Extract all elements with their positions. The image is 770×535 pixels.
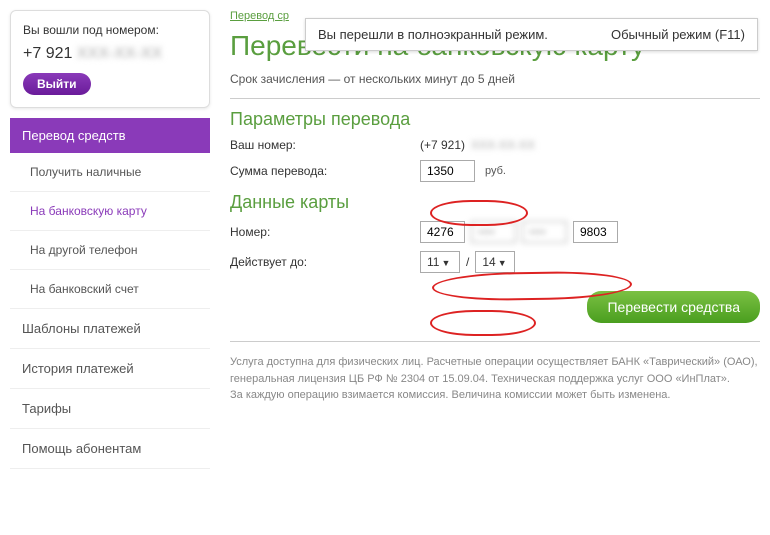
section-transfer-params: Параметры перевода bbox=[230, 109, 760, 130]
notification-message: Вы перешли в полноэкранный режим. bbox=[318, 27, 548, 42]
row-expiry: Действует до: 11▼ / 14▼ bbox=[230, 251, 760, 273]
your-number-label: Ваш номер: bbox=[230, 138, 420, 152]
nav-item-phone[interactable]: На другой телефон bbox=[10, 231, 210, 270]
logout-button[interactable]: Выйти bbox=[23, 73, 91, 95]
chevron-down-icon: ▼ bbox=[498, 258, 507, 268]
nav-item-tariffs[interactable]: Тарифы bbox=[10, 389, 210, 429]
expiry-month-select[interactable]: 11▼ bbox=[420, 251, 460, 273]
card-input-1[interactable] bbox=[420, 221, 465, 243]
user-box: Вы вошли под номером: +7 921 XXX-XX-XX В… bbox=[10, 10, 210, 108]
row-your-number: Ваш номер: (+7 921) XXX-XX-XX bbox=[230, 138, 760, 152]
nav-item-card[interactable]: На банковскую карту bbox=[10, 192, 210, 231]
sidebar: Вы вошли под номером: +7 921 XXX-XX-XX В… bbox=[10, 10, 210, 469]
nav: Перевод средств Получить наличные На бан… bbox=[10, 118, 210, 469]
currency-label: руб. bbox=[485, 165, 506, 177]
expiry-label: Действует до: bbox=[230, 255, 420, 269]
footer-p1: Услуга доступна для физических лиц. Расч… bbox=[230, 354, 760, 387]
notification-action[interactable]: Обычный режим (F11) bbox=[611, 27, 745, 42]
logged-in-label: Вы вошли под номером: bbox=[23, 23, 197, 37]
main-content: Перевод ср Перевести на банковскую карту… bbox=[210, 10, 760, 469]
submit-button[interactable]: Перевести средства bbox=[587, 291, 760, 323]
nav-item-templates[interactable]: Шаблоны платежей bbox=[10, 309, 210, 349]
amount-input[interactable] bbox=[420, 160, 475, 182]
page-subtitle: Срок зачисления — от нескольких минут до… bbox=[230, 72, 760, 99]
footer-text: Услуга доступна для физических лиц. Расч… bbox=[230, 341, 760, 404]
card-input-3[interactable] bbox=[522, 221, 567, 243]
fullscreen-notification: Вы перешли в полноэкранный режим. Обычны… bbox=[305, 18, 758, 51]
amount-label: Сумма перевода: bbox=[230, 164, 420, 178]
section-card-data: Данные карты bbox=[230, 192, 760, 213]
breadcrumb-link[interactable]: Перевод ср bbox=[230, 10, 289, 22]
nav-item-history[interactable]: История платежей bbox=[10, 349, 210, 389]
user-phone: +7 921 XXX-XX-XX bbox=[23, 45, 197, 63]
card-input-4[interactable] bbox=[573, 221, 618, 243]
nav-header-transfer[interactable]: Перевод средств bbox=[10, 118, 210, 153]
chevron-down-icon: ▼ bbox=[441, 258, 450, 268]
nav-item-help[interactable]: Помощь абонентам bbox=[10, 429, 210, 469]
card-label: Номер: bbox=[230, 225, 420, 239]
row-card-number: Номер: bbox=[230, 221, 760, 243]
nav-item-cash[interactable]: Получить наличные bbox=[10, 153, 210, 192]
row-amount: Сумма перевода: руб. bbox=[230, 160, 760, 182]
expiry-year-select[interactable]: 14▼ bbox=[475, 251, 515, 273]
your-number-value: (+7 921) XXX-XX-XX bbox=[420, 138, 535, 152]
card-input-2[interactable] bbox=[471, 221, 516, 243]
nav-item-account[interactable]: На банковский счет bbox=[10, 270, 210, 309]
footer-p2: За каждую операцию взимается комиссия. В… bbox=[230, 387, 760, 404]
expiry-separator: / bbox=[466, 255, 469, 269]
